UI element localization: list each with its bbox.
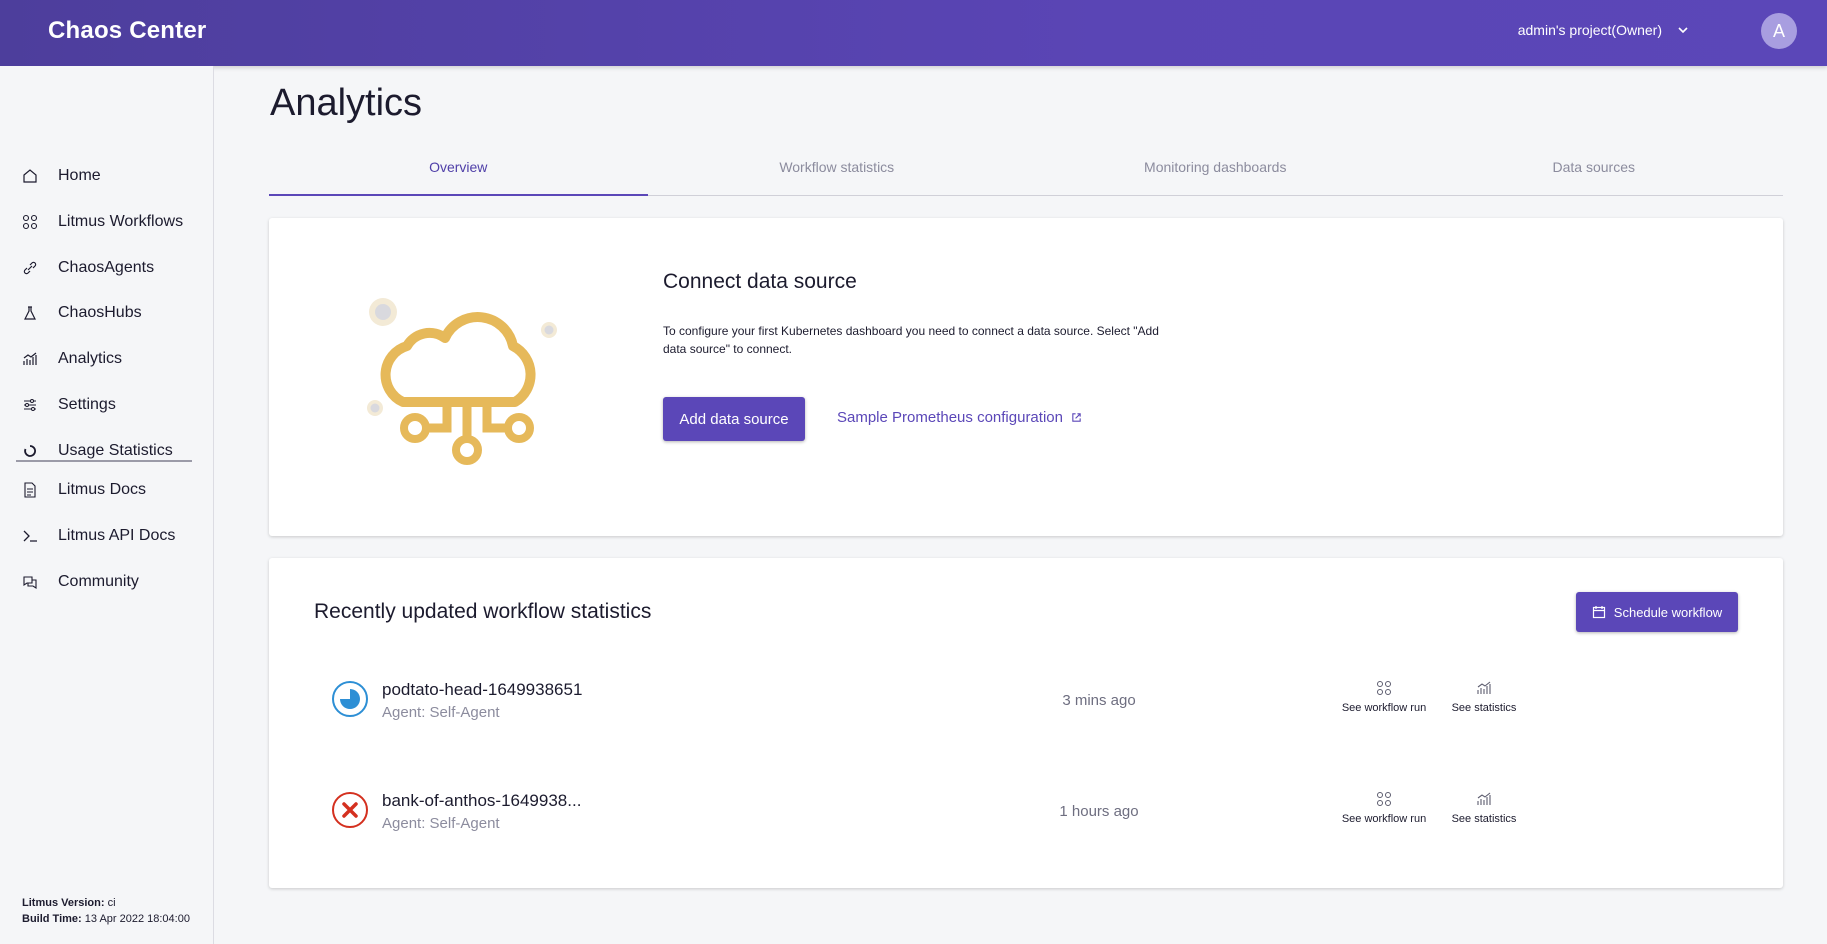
sidebar-item-analytics[interactable]: Analytics <box>0 339 213 379</box>
sidebar-item-label: Litmus API Docs <box>58 527 176 544</box>
analytics-icon <box>1477 681 1491 694</box>
see-statistics-button[interactable]: See statistics <box>1434 680 1534 714</box>
workflow-name[interactable]: bank-of-anthos-1649938... <box>382 791 581 811</box>
analytics-tabs: Overview Workflow statistics Monitoring … <box>269 147 1783 196</box>
tab-monitoring-dashboards[interactable]: Monitoring dashboards <box>1026 147 1405 195</box>
workflow-agent: Agent: Self-Agent <box>382 704 500 721</box>
project-name: admin's project(Owner) <box>1517 22 1662 38</box>
connect-description: To configure your first Kubernetes dashb… <box>663 324 1159 356</box>
analytics-icon <box>22 351 38 367</box>
workflow-time: 3 mins ago <box>1062 692 1136 709</box>
tab-overview[interactable]: Overview <box>269 147 648 196</box>
version-value: ci <box>104 897 116 909</box>
sidebar-item-litmus-workflows[interactable]: Litmus Workflows <box>0 202 213 242</box>
sidebar-item-label: Usage Statistics <box>58 442 173 459</box>
failed-status-icon <box>332 792 368 828</box>
build-value: 13 Apr 2022 18:04:00 <box>81 913 190 925</box>
sidebar-item-label: Analytics <box>58 350 123 367</box>
version-label: Litmus Version: <box>22 897 105 909</box>
sample-prometheus-label: Sample Prometheus configuration <box>837 409 1063 426</box>
see-workflow-run-button[interactable]: See workflow run <box>1334 791 1434 825</box>
external-link-icon <box>1072 413 1081 422</box>
workflow-name[interactable]: podtato-head-1649938651 <box>382 680 582 700</box>
sidebar-item-label: Settings <box>58 396 116 413</box>
sidebar-item-usage-statistics[interactable]: Usage Statistics <box>0 431 213 471</box>
see-statistics-label: See statistics <box>1451 702 1517 714</box>
avatar[interactable]: A <box>1761 13 1797 49</box>
sidebar-item-home[interactable]: Home <box>0 156 213 196</box>
home-icon <box>22 168 38 184</box>
tab-workflow-statistics[interactable]: Workflow statistics <box>648 147 1027 195</box>
sidebar-item-label: Litmus Docs <box>58 481 147 498</box>
analytics-icon <box>1477 792 1491 805</box>
schedule-workflow-button[interactable]: Schedule workflow <box>1576 592 1738 632</box>
see-statistics-label: See statistics <box>1451 813 1517 825</box>
circle-icon <box>22 443 38 459</box>
recent-workflows-title: Recently updated workflow statistics <box>314 600 652 623</box>
running-status-icon <box>332 681 368 717</box>
workflows-icon <box>1377 681 1391 695</box>
sidebar-item-settings[interactable]: Settings <box>0 385 213 425</box>
sidebar-item-label: Community <box>58 573 139 590</box>
see-workflow-run-label: See workflow run <box>1341 813 1427 825</box>
version-info: Litmus Version: ci Build Time: 13 Apr 20… <box>22 895 190 927</box>
sidebar-item-label: Litmus Workflows <box>58 213 184 230</box>
brand-title[interactable]: Chaos Center <box>48 17 206 45</box>
workflows-icon <box>22 214 38 230</box>
workflow-row[interactable]: podtato-head-1649938651 Agent: Self-Agen… <box>269 668 1783 728</box>
chevron-down-icon <box>1678 27 1688 34</box>
sidebar-item-label: Home <box>58 167 101 184</box>
sidebar-link-litmus-api-docs[interactable]: Litmus API Docs <box>0 516 213 556</box>
build-label: Build Time: <box>22 913 82 925</box>
sidebar-link-litmus-docs[interactable]: Litmus Docs <box>0 470 213 510</box>
page-title: Analytics <box>270 82 423 124</box>
terminal-icon <box>22 528 38 544</box>
sidebar-link-community[interactable]: Community <box>0 562 213 602</box>
schedule-workflow-label: Schedule workflow <box>1613 604 1723 620</box>
workflows-icon <box>1377 792 1391 806</box>
document-icon <box>22 482 38 498</box>
workflow-row[interactable]: bank-of-anthos-1649938... Agent: Self-Ag… <box>269 779 1783 839</box>
cloud-network-illustration <box>367 298 557 465</box>
workflow-time: 1 hours ago <box>1059 803 1139 820</box>
top-header: Chaos Center admin's project(Owner) A <box>0 0 1827 66</box>
chat-icon <box>22 574 38 590</box>
recent-workflows-card: Recently updated workflow statistics Sch… <box>269 558 1783 888</box>
project-selector[interactable]: admin's project(Owner) <box>1518 22 1690 38</box>
sidebar-item-label: ChaosAgents <box>58 259 155 276</box>
settings-icon <box>22 397 38 413</box>
connect-data-source-card: Connect data source To configure your fi… <box>269 218 1783 536</box>
see-workflow-run-button[interactable]: See workflow run <box>1334 680 1434 714</box>
calendar-icon <box>1592 606 1605 619</box>
sidebar-item-chaosagents[interactable]: ChaosAgents <box>0 248 213 288</box>
see-workflow-run-label: See workflow run <box>1341 702 1427 714</box>
sidebar-item-chaoshubs[interactable]: ChaosHubs <box>0 293 213 333</box>
tab-data-sources[interactable]: Data sources <box>1405 147 1784 195</box>
connect-title: Connect data source <box>663 270 857 293</box>
flask-icon <box>22 305 38 321</box>
sidebar-item-label: ChaosHubs <box>58 304 142 321</box>
sidebar-divider <box>16 460 192 462</box>
see-statistics-button[interactable]: See statistics <box>1434 791 1534 825</box>
add-data-source-button[interactable]: Add data source <box>663 397 805 441</box>
sample-prometheus-link[interactable]: Sample Prometheus configuration <box>837 409 1082 426</box>
sidebar: Home Litmus Workflows ChaosAgents ChaosH… <box>0 66 214 944</box>
link-icon <box>22 260 38 276</box>
workflow-agent: Agent: Self-Agent <box>382 815 500 832</box>
